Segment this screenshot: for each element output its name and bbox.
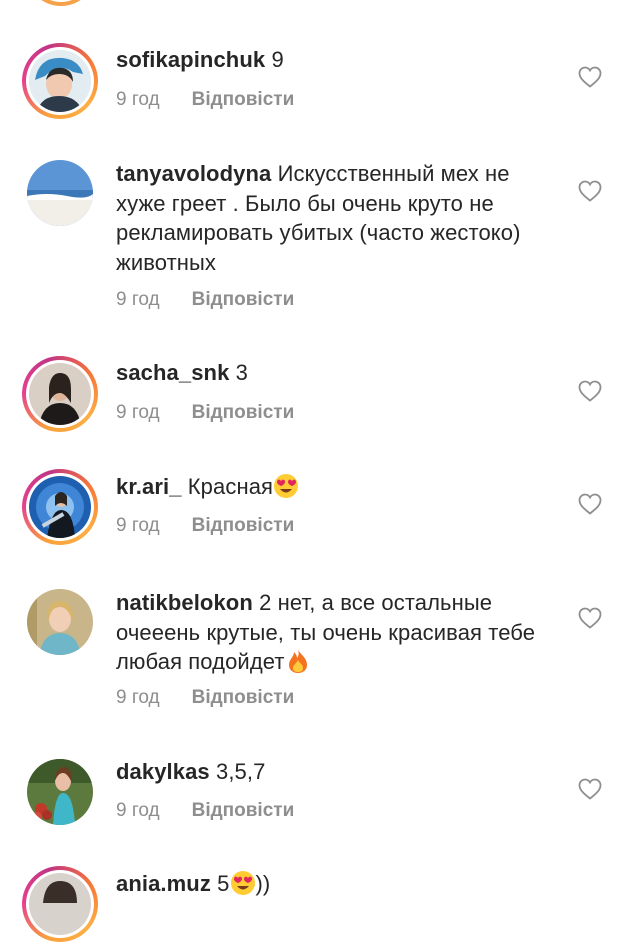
comment-username[interactable]: sacha_snk (116, 360, 229, 385)
comment-username[interactable]: sofikapinchuk (116, 47, 265, 72)
comment-time: 9 год (116, 515, 160, 536)
comment-time: 9 год (116, 89, 160, 110)
comment-username[interactable]: natikbelokon (116, 590, 253, 615)
heart-eyes-emoji-icon (274, 474, 299, 498)
avatar[interactable] (22, 866, 98, 942)
comment-body: dakylkas 3,5,7 (116, 757, 556, 787)
reply-button[interactable]: Відповісти (192, 89, 295, 110)
comment-text-suffix: )) (255, 871, 271, 896)
avatar[interactable] (22, 754, 98, 830)
avatar[interactable] (22, 155, 98, 231)
avatar-girl-blue-hat-icon (29, 50, 91, 112)
comment-body: ania.muz 5 )) (116, 869, 556, 899)
avatar[interactable] (22, 469, 98, 545)
comment-time: 9 год (116, 800, 160, 821)
heart-outline-icon[interactable] (578, 180, 602, 202)
reply-button[interactable]: Відповісти (192, 402, 295, 423)
comment-username[interactable]: ania.muz (116, 871, 211, 896)
comment-body: sofikapinchuk 9 (116, 45, 556, 75)
comment-text: 9 (271, 47, 284, 72)
comment-meta: 9 год Відповісти (116, 402, 294, 424)
comment-text: 3 (235, 360, 248, 385)
avatar-girl-dark-icon (29, 363, 91, 425)
avatar-beach-sky-icon (27, 160, 93, 226)
heart-eyes-emoji-icon (230, 871, 255, 895)
comment-meta: 9 год Відповісти (116, 515, 294, 537)
comment-meta: 9 год Відповісти (116, 289, 294, 311)
comment-meta: 9 год Відповісти (116, 800, 294, 822)
previous-avatar-ring (26, 0, 96, 6)
fire-emoji-icon (288, 649, 307, 673)
comment-time: 9 год (116, 402, 160, 423)
reply-button[interactable]: Відповісти (192, 515, 295, 536)
avatar-girl-partial-icon (29, 873, 91, 935)
comment-body: sacha_snk 3 (116, 358, 556, 388)
avatar-girl-flowers-icon (27, 759, 93, 825)
heart-outline-icon[interactable] (578, 778, 602, 800)
comment-text: Красная (187, 474, 274, 499)
reply-button[interactable]: Відповісти (192, 687, 295, 708)
comment-text: 3,5,7 (215, 759, 266, 784)
heart-outline-icon[interactable] (578, 66, 602, 88)
heart-outline-icon[interactable] (578, 607, 602, 629)
avatar[interactable] (22, 356, 98, 432)
comment-username[interactable]: dakylkas (116, 759, 210, 784)
reply-button[interactable]: Відповісти (192, 289, 295, 310)
comment-username[interactable]: tanyavolodyna (116, 161, 271, 186)
comment-body: tanyavolodyna Искусственный мех не хуже … (116, 159, 556, 277)
heart-outline-icon[interactable] (578, 493, 602, 515)
heart-outline-icon[interactable] (578, 380, 602, 402)
comment-time: 9 год (116, 687, 160, 708)
avatar-singer-stage-icon (29, 476, 91, 538)
reply-button[interactable]: Відповісти (192, 800, 295, 821)
comment-body: kr.ari_ Красная (116, 472, 556, 502)
comment-meta: 9 год Відповісти (116, 687, 294, 709)
comment-text: 5 (217, 871, 230, 896)
avatar[interactable] (22, 43, 98, 119)
avatar-woman-blonde-icon (27, 589, 93, 655)
comment-meta: 9 год Відповісти (116, 89, 294, 111)
comment-body: natikbelokon 2 нет, а все остальные очее… (116, 588, 556, 677)
comment-username[interactable]: kr.ari_ (116, 474, 182, 499)
avatar[interactable] (22, 584, 98, 660)
comment-time: 9 год (116, 289, 160, 310)
